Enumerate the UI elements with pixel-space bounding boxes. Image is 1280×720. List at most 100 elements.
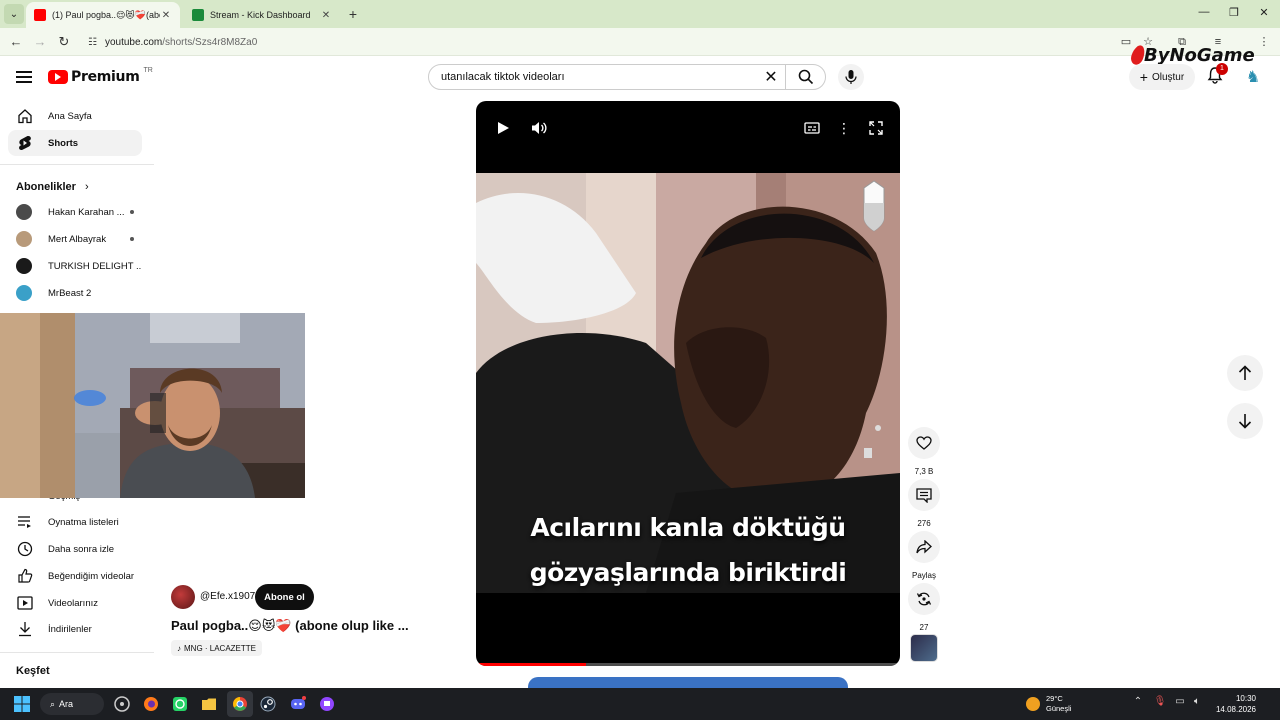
logo-brand-text: Premium — [71, 69, 140, 85]
volume-tray-icon[interactable]: 🔈︎ — [1190, 696, 1204, 707]
music-label: MNG · LACAZETTE — [184, 643, 257, 653]
hamburger-menu-icon[interactable] — [16, 68, 32, 84]
explore-header: Keşfet — [16, 665, 50, 677]
microphone-tray-icon[interactable]: 🎙 — [1153, 696, 1167, 707]
tab-youtube-short[interactable]: (1) Paul pogba..😌😻❤️‍🩹(abone ✕ — [26, 2, 180, 28]
tab-search-button[interactable]: ⌄ — [4, 4, 24, 24]
subscription-mert-albayrak[interactable]: Mert Albayrak — [8, 227, 142, 251]
back-arrow-icon[interactable]: ← — [8, 34, 24, 50]
volume-button[interactable] — [530, 119, 548, 137]
firefox-icon[interactable] — [141, 694, 161, 714]
tab-close-icon[interactable]: ✕ — [320, 10, 332, 21]
clock-date: 14.08.2026 — [1215, 705, 1256, 714]
taskbar-search-label: Ara — [59, 699, 74, 709]
clear-search-icon[interactable]: ✕ — [757, 67, 785, 87]
sidebar-divider — [0, 652, 154, 653]
sidebar-item-watch-later[interactable]: Daha sonra izle — [8, 536, 142, 562]
restore-icon[interactable]: ❐ — [1226, 6, 1242, 19]
remix-icon — [916, 592, 932, 606]
reload-icon[interactable]: ↻ — [56, 34, 72, 50]
next-short-button[interactable] — [1227, 403, 1263, 439]
minimize-icon[interactable]: — — [1196, 6, 1212, 18]
close-window-icon[interactable]: ✕ — [1256, 6, 1272, 19]
comments-button[interactable] — [908, 479, 940, 511]
windows-start-icon[interactable] — [12, 694, 32, 714]
play-button[interactable] — [494, 119, 512, 137]
fullscreen-button[interactable] — [867, 119, 885, 137]
weather-temperature: 29°C — [1046, 694, 1063, 703]
search-icon — [798, 69, 813, 85]
tab-close-icon[interactable]: ✕ — [160, 10, 172, 21]
file-explorer-icon[interactable] — [199, 694, 219, 714]
comment-count: 276 — [917, 519, 931, 528]
channel-avatar[interactable] — [171, 585, 195, 609]
tray-overflow-icon[interactable]: ⌃ — [1131, 696, 1145, 707]
shorts-player[interactable]: ⋮ Acılarını kanla döktüğü gözyaşlarında … — [476, 101, 900, 666]
sidebar-item-your-videos[interactable]: Videolarınız — [8, 590, 142, 616]
sidebar-item-shorts[interactable]: Shorts — [8, 130, 142, 156]
taskbar-clock[interactable]: 10:30 14.08.2026 — [1210, 693, 1256, 715]
clock-icon — [16, 540, 34, 558]
weather-condition: Güneşli — [1046, 704, 1072, 713]
obs-icon[interactable] — [112, 694, 132, 714]
taskbar-search[interactable]: ⌕ Ara — [40, 693, 104, 715]
remix-button[interactable] — [908, 583, 940, 615]
heart-icon — [916, 436, 932, 450]
subscription-mrbeast-2[interactable]: MrBeast 2 — [8, 281, 142, 305]
previous-short-button[interactable] — [1227, 355, 1263, 391]
account-avatar[interactable]: ♞ — [1242, 66, 1264, 88]
weather-widget[interactable]: 29°C Güneşli — [1026, 694, 1071, 714]
captions-icon — [804, 122, 820, 134]
url-bar[interactable]: ☷ youtube.com/shorts/Szs4r8M8Za0 — [80, 32, 1110, 52]
notifications-button[interactable]: 1 — [1206, 63, 1228, 86]
voice-search-button[interactable] — [838, 64, 864, 90]
arrow-up-icon — [1238, 365, 1252, 380]
captions-button[interactable] — [803, 119, 821, 137]
share-icon — [916, 540, 932, 554]
subscription-turkish-delight[interactable]: TURKISH DELIGHT ... — [8, 254, 142, 278]
progress-fill — [476, 663, 587, 666]
search-button[interactable] — [785, 65, 825, 89]
sidebar-item-liked-videos[interactable]: Beğendiğim videolar — [8, 563, 142, 589]
like-count: 7,3 B — [914, 467, 934, 476]
whatsapp-icon[interactable] — [170, 694, 190, 714]
youtube-premium-logo[interactable]: Premium TR — [48, 67, 153, 86]
subscribe-button[interactable]: Abone ol — [255, 584, 314, 610]
channel-avatar — [16, 285, 32, 301]
tab-title: Stream - Kick Dashboard — [210, 10, 311, 20]
network-icon[interactable]: ▭ — [1173, 696, 1187, 707]
steam-icon[interactable] — [258, 694, 278, 714]
discord-icon[interactable] — [288, 694, 308, 714]
music-chip[interactable]: ♪ MNG · LACAZETTE — [171, 640, 263, 656]
sunny-icon — [1026, 697, 1040, 711]
download-icon — [16, 620, 34, 638]
forward-arrow-icon[interactable]: → — [32, 34, 48, 50]
kick-favicon-icon — [192, 9, 204, 21]
channel-name: MrBeast 2 — [48, 287, 92, 299]
more-options-icon[interactable]: ⋮ — [835, 119, 853, 137]
new-tab-button[interactable]: + — [344, 5, 362, 23]
tab-kick-dashboard[interactable]: Stream - Kick Dashboard ✕ — [184, 2, 340, 28]
search-input[interactable]: utanılacak tiktok videoları — [429, 71, 757, 83]
short-title[interactable]: Paul pogba..😌😻❤️‍🩹 (abone olup like ... — [171, 618, 421, 634]
subscriptions-header[interactable]: Abonelikler › — [16, 181, 89, 193]
create-label: Oluştur — [1151, 71, 1185, 83]
sidebar-item-label: Videolarınız — [48, 597, 98, 609]
plus-icon: + — [1139, 69, 1148, 85]
chrome-icon[interactable] — [230, 694, 250, 714]
sidebar-item-downloads[interactable]: İndirilenler — [8, 616, 142, 642]
sidebar-item-home[interactable]: Ana Sayfa — [8, 103, 142, 129]
sidebar-item-playlists[interactable]: Oynatma listeleri — [8, 509, 142, 535]
share-button[interactable] — [908, 531, 940, 563]
subscription-hakan-karahan[interactable]: Hakan Karahan ... — [8, 200, 142, 224]
like-button[interactable] — [908, 427, 940, 459]
sound-source-thumbnail[interactable] — [910, 634, 938, 662]
comment-action: 276 — [907, 479, 941, 528]
twitch-icon[interactable] — [317, 694, 337, 714]
create-button[interactable]: + Oluştur — [1129, 64, 1195, 90]
channel-handle[interactable]: @Efe.x1907 — [200, 591, 255, 602]
channel-name: Hakan Karahan ... — [48, 206, 125, 218]
channel-avatar — [16, 231, 32, 247]
site-info-icon[interactable]: ☷ — [88, 37, 97, 48]
channel-name: Mert Albayrak — [48, 233, 107, 245]
